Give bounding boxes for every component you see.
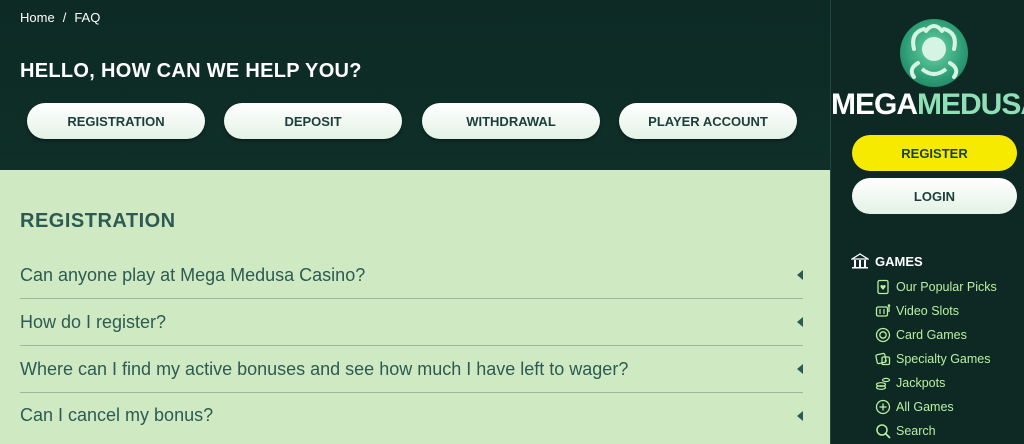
- chip-icon: [875, 327, 891, 343]
- sidebar-item-specialty-games[interactable]: Specialty Games: [875, 351, 990, 367]
- sidebar-item-search[interactable]: Search: [875, 423, 936, 439]
- dice-icon: [875, 352, 891, 366]
- faq-question: Where can I find my active bonuses and s…: [20, 358, 629, 379]
- faq-item[interactable]: Where can I find my active bonuses and s…: [20, 346, 803, 393]
- card-heart-icon: [877, 279, 889, 295]
- faq-section: REGISTRATION Can anyone play at Mega Med…: [0, 170, 830, 444]
- sidebar-item-label: Card Games: [896, 328, 967, 342]
- category-button-withdrawal[interactable]: WITHDRAWAL: [422, 103, 600, 139]
- sidebar-item-label: All Games: [896, 400, 954, 414]
- sidebar-item-all-games[interactable]: All Games: [875, 399, 954, 415]
- faq-hero: Home / FAQ HELLO, HOW CAN WE HELP YOU? R…: [0, 0, 830, 170]
- faq-section-heading: REGISTRATION: [20, 210, 176, 232]
- faq-question: Can I cancel my bonus?: [20, 405, 214, 425]
- breadcrumb-current: FAQ: [74, 10, 101, 25]
- sidebar-item-popular-picks[interactable]: Our Popular Picks: [875, 279, 997, 295]
- register-button[interactable]: REGISTER: [852, 135, 1017, 171]
- casino-building-icon: [851, 253, 869, 269]
- breadcrumb: Home / FAQ: [20, 10, 100, 25]
- faq-item[interactable]: How do I register?: [20, 299, 803, 346]
- logo-word-mega: MEGA: [831, 88, 918, 121]
- main-content: Home / FAQ HELLO, HOW CAN WE HELP YOU? R…: [0, 0, 830, 444]
- medusa-logo-icon[interactable]: [900, 19, 968, 87]
- page-title: HELLO, HOW CAN WE HELP YOU?: [20, 60, 362, 82]
- category-button-player-account[interactable]: PLAYER ACCOUNT: [619, 103, 797, 139]
- faq-item[interactable]: Can anyone play at Mega Medusa Casino?: [20, 252, 803, 299]
- login-button[interactable]: LOGIN: [852, 178, 1017, 214]
- faq-item[interactable]: Can I cancel my bonus?: [20, 392, 803, 439]
- sidebar-item-label: Jackpots: [896, 376, 946, 390]
- sidebar-item-label: Specialty Games: [896, 352, 991, 366]
- expand-caret-icon: [797, 270, 803, 280]
- games-heading[interactable]: GAMES: [851, 253, 923, 269]
- breadcrumb-separator: /: [62, 10, 67, 25]
- plus-circle-icon: [875, 399, 891, 415]
- logo-word-medusa: MEDUSA: [917, 88, 1024, 121]
- expand-caret-icon: [797, 317, 803, 327]
- sidebar-item-card-games[interactable]: Card Games: [875, 327, 967, 343]
- sidebar-item-label: Video Slots: [896, 304, 960, 318]
- breadcrumb-home-link[interactable]: Home: [20, 10, 55, 25]
- sidebar-item-label: Search: [896, 424, 936, 438]
- games-heading-label: GAMES: [875, 253, 923, 269]
- slot-machine-icon: [875, 304, 891, 317]
- expand-caret-icon: [797, 364, 803, 374]
- faq-question: How do I register?: [20, 311, 167, 332]
- sidebar-item-video-slots[interactable]: Video Slots: [875, 303, 959, 319]
- site-logo[interactable]: MEGAMEDUSA: [831, 88, 1024, 122]
- category-button-deposit[interactable]: DEPOSIT: [224, 103, 402, 139]
- coins-icon: [875, 377, 891, 390]
- sidebar: MEGAMEDUSA REGISTER LOGIN GAMES Our Popu…: [830, 0, 1024, 444]
- search-icon: [876, 424, 891, 439]
- faq-question: Can anyone play at Mega Medusa Casino?: [20, 264, 366, 285]
- sidebar-item-jackpots[interactable]: Jackpots: [875, 375, 945, 391]
- category-button-registration[interactable]: REGISTRATION: [27, 103, 205, 139]
- sidebar-item-label: Our Popular Picks: [896, 280, 997, 294]
- expand-caret-icon: [797, 410, 803, 421]
